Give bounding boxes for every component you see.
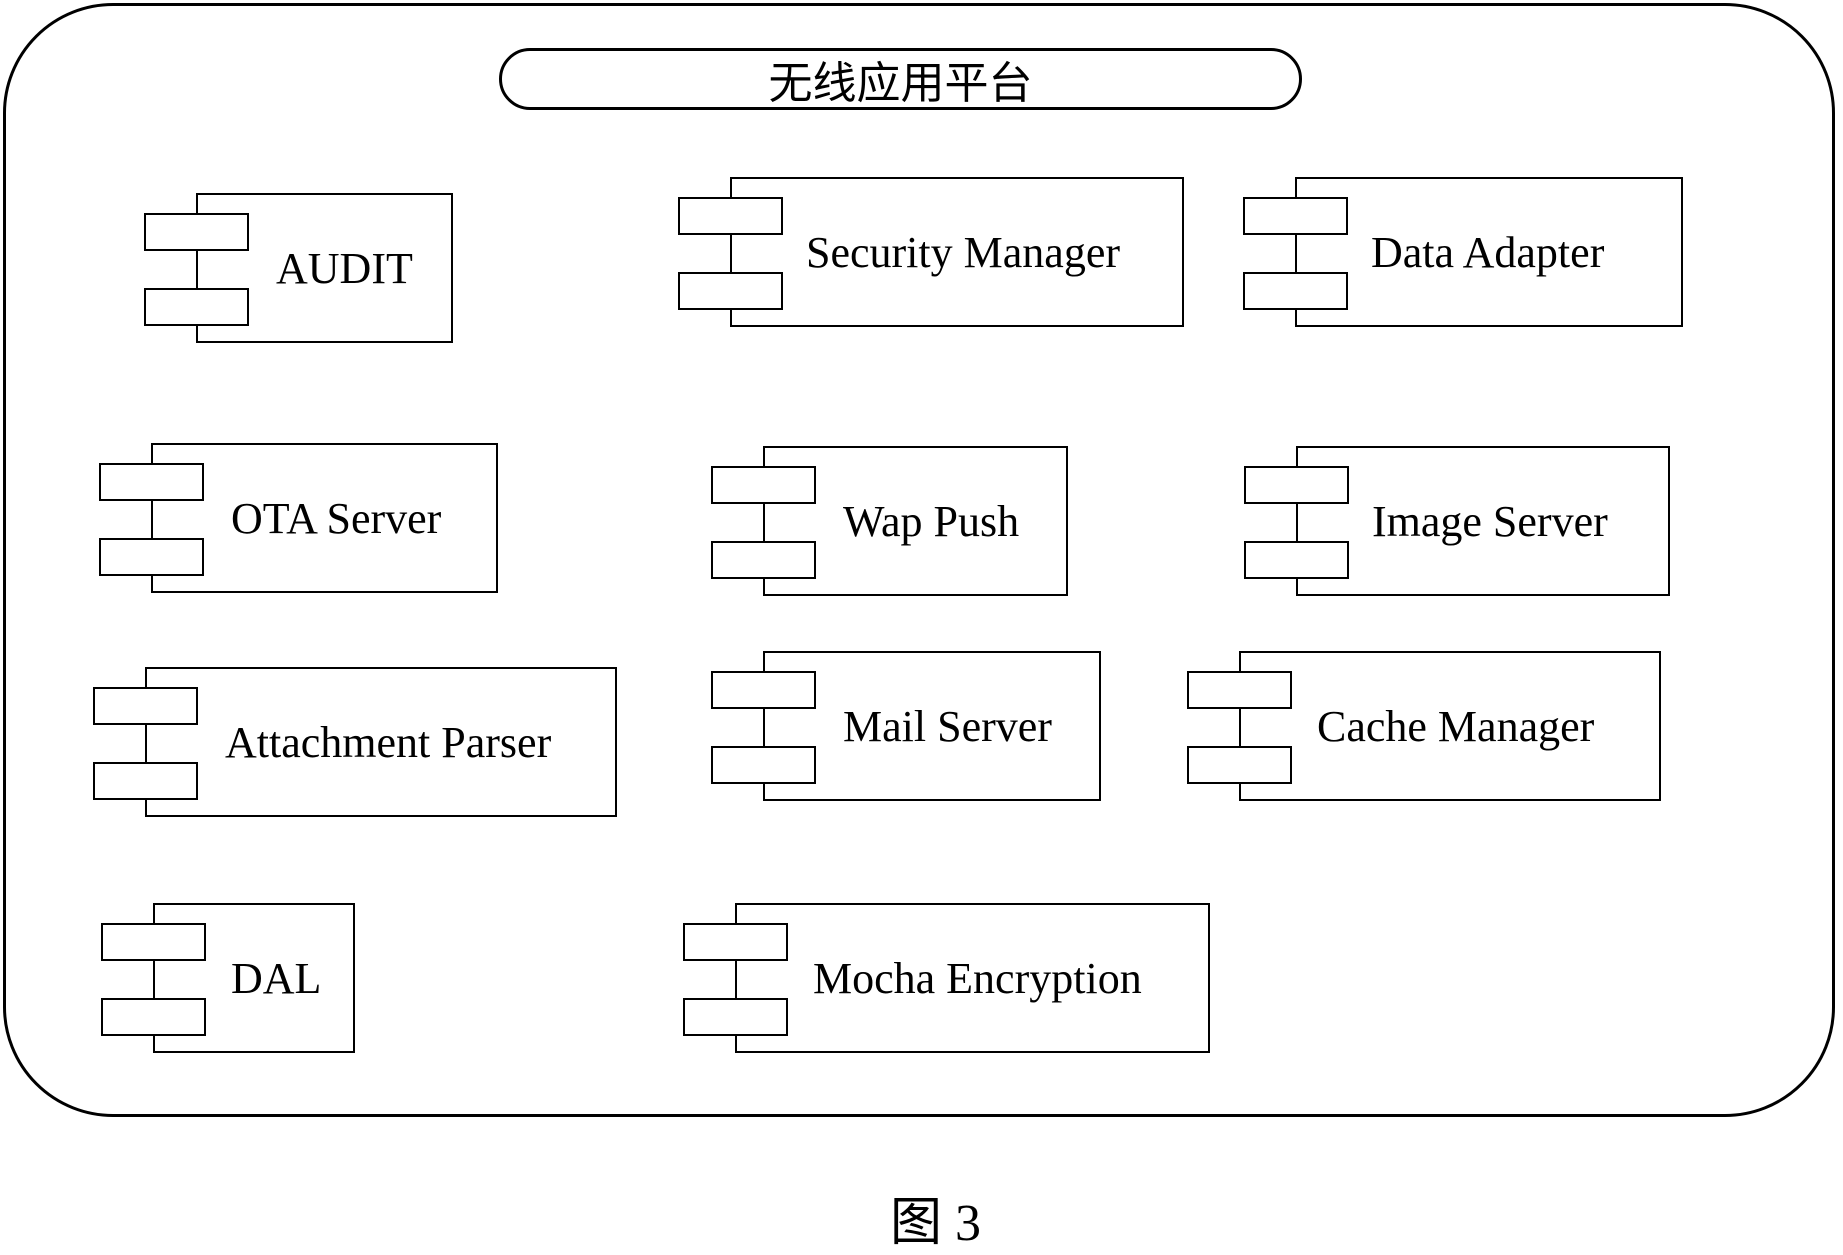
component-label: Mocha Encryption xyxy=(813,953,1142,1003)
component-port-bottom-icon xyxy=(1244,541,1349,579)
figure-caption: 图 3 xyxy=(890,1195,982,1252)
component-label: OTA Server xyxy=(231,493,442,543)
platform-title-text: 无线应用平台 xyxy=(768,59,1033,108)
component-port-top-icon xyxy=(1244,466,1349,504)
component-port-bottom-icon xyxy=(1187,746,1292,784)
component-port-bottom-icon xyxy=(99,538,204,576)
component-label: Attachment Parser xyxy=(225,717,552,767)
component-port-bottom-icon xyxy=(93,762,198,800)
platform-title: 无线应用平台 xyxy=(499,48,1302,110)
component-port-bottom-icon xyxy=(101,998,206,1036)
component-cache-manager: Cache Manager xyxy=(1239,651,1661,801)
component-label: Image Server xyxy=(1372,496,1608,546)
component-port-bottom-icon xyxy=(711,541,816,579)
component-port-top-icon xyxy=(93,687,198,725)
component-port-top-icon xyxy=(678,197,783,235)
component-port-bottom-icon xyxy=(683,998,788,1036)
component-data-adapter: Data Adapter xyxy=(1295,177,1683,327)
component-port-top-icon xyxy=(144,213,249,251)
component-port-top-icon xyxy=(683,923,788,961)
component-label: Data Adapter xyxy=(1371,227,1605,277)
component-label: Mail Server xyxy=(843,701,1052,751)
component-attachment-parser: Attachment Parser xyxy=(145,667,617,817)
component-port-top-icon xyxy=(101,923,206,961)
component-port-bottom-icon xyxy=(1243,272,1348,310)
component-label: DAL xyxy=(231,953,322,1003)
component-label: Security Manager xyxy=(806,227,1120,277)
component-port-top-icon xyxy=(711,671,816,709)
component-port-bottom-icon xyxy=(711,746,816,784)
component-port-bottom-icon xyxy=(144,288,249,326)
component-label: AUDIT xyxy=(276,243,413,293)
component-port-top-icon xyxy=(1243,197,1348,235)
component-port-top-icon xyxy=(711,466,816,504)
component-port-bottom-icon xyxy=(678,272,783,310)
component-image-server: Image Server xyxy=(1296,446,1670,596)
component-label: Cache Manager xyxy=(1317,701,1595,751)
component-mocha-encryption: Mocha Encryption xyxy=(735,903,1210,1053)
component-port-top-icon xyxy=(99,463,204,501)
component-label: Wap Push xyxy=(843,496,1020,546)
component-port-top-icon xyxy=(1187,671,1292,709)
component-security-manager: Security Manager xyxy=(730,177,1184,327)
